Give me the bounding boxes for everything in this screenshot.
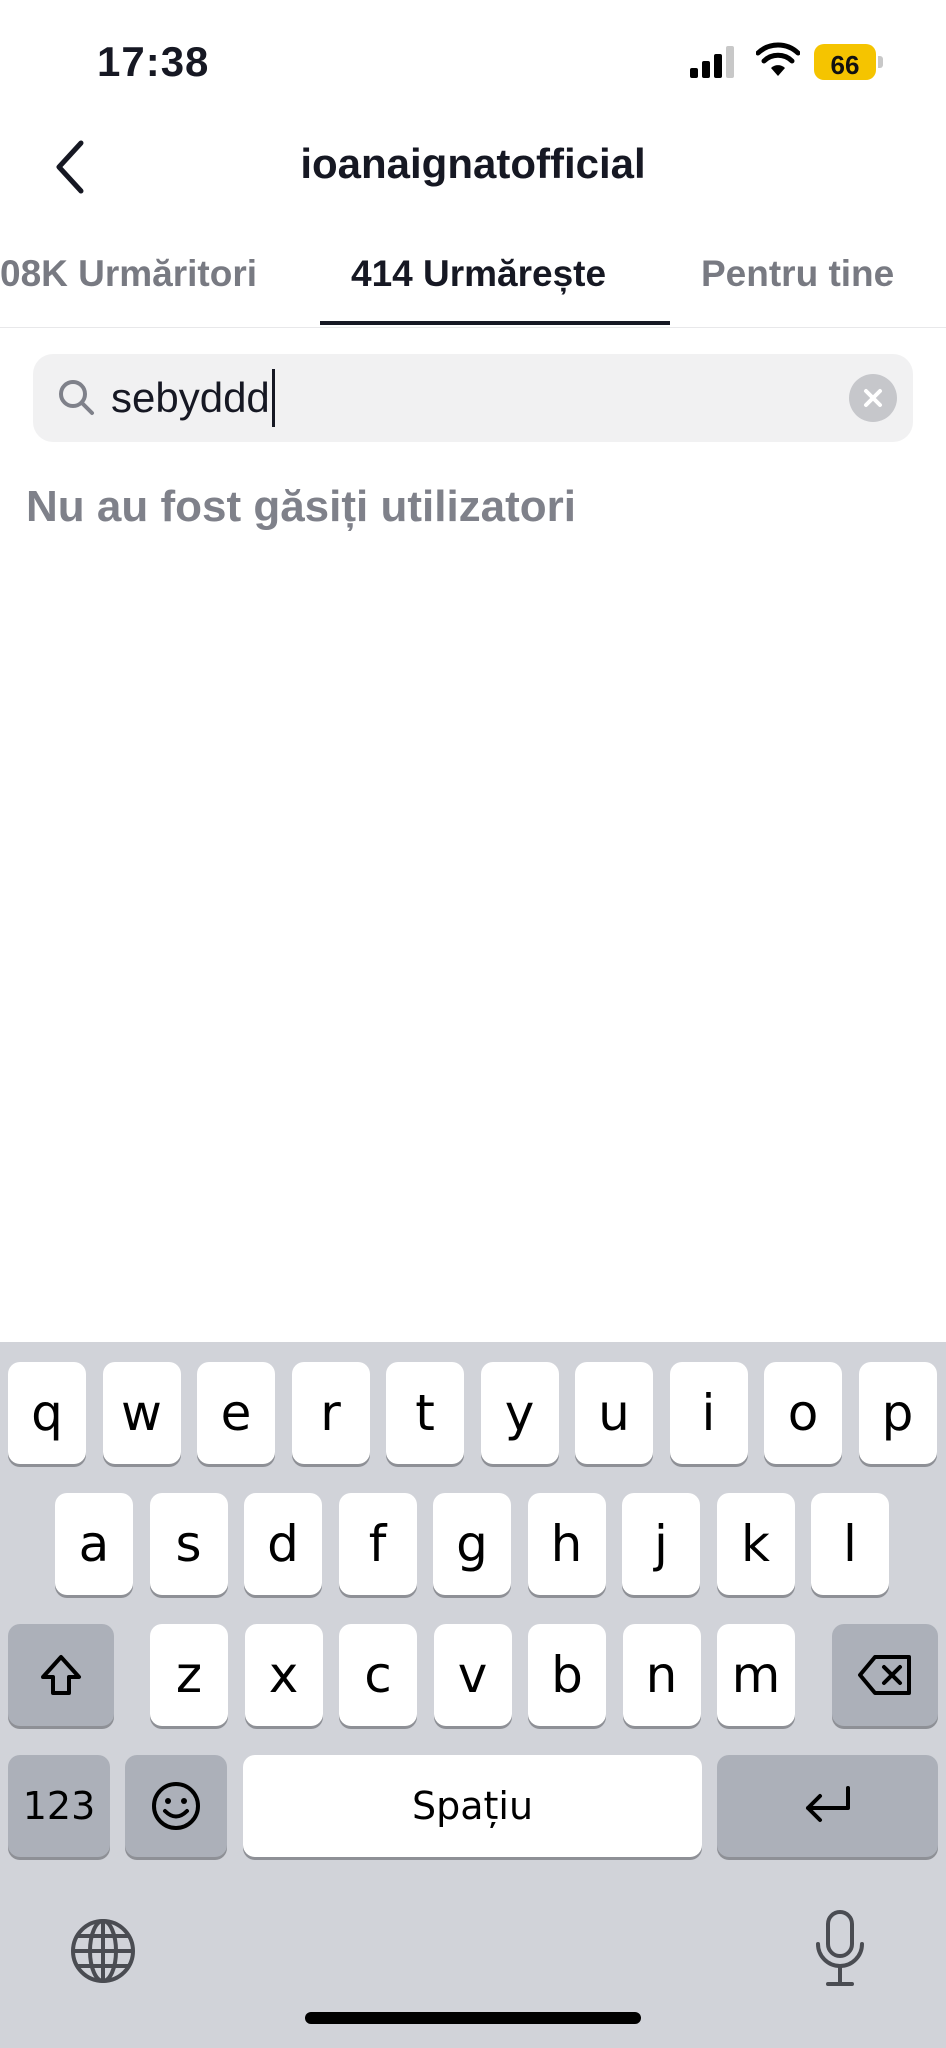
shift-key[interactable] — [8, 1624, 114, 1726]
return-icon — [805, 1786, 850, 1822]
home-indicator — [305, 2012, 641, 2024]
delete-key[interactable] — [832, 1624, 938, 1726]
key-o[interactable]: o — [764, 1362, 842, 1464]
text-caret — [271, 369, 275, 427]
key-z[interactable]: z — [150, 1624, 228, 1726]
key-a[interactable]: a — [55, 1493, 133, 1595]
empty-results-message: Nu au fost găsiți utilizatori — [26, 482, 577, 531]
key-i[interactable]: i — [669, 1362, 748, 1464]
emoji-key[interactable] — [125, 1755, 227, 1857]
search-box[interactable]: sebyddd — [33, 354, 913, 442]
battery-level: 66 — [830, 50, 860, 80]
header: ioanaignatofficial — [0, 110, 946, 225]
battery-icon: 66 — [814, 44, 884, 80]
clear-search-button[interactable] — [849, 374, 897, 422]
clear-icon — [864, 389, 882, 407]
active-tab-indicator — [320, 321, 670, 325]
status-time: 17:38 — [97, 38, 210, 85]
space-key[interactable]: Spațiu — [243, 1755, 702, 1857]
wifi-icon — [756, 42, 800, 76]
key-l[interactable]: l — [811, 1493, 889, 1595]
key-g[interactable]: g — [433, 1493, 511, 1595]
key-k[interactable]: k — [716, 1493, 795, 1595]
key-j[interactable]: j — [622, 1493, 700, 1595]
key-b[interactable]: b — [528, 1624, 606, 1726]
key-t[interactable]: t — [386, 1362, 464, 1464]
key-d[interactable]: d — [244, 1493, 322, 1595]
key-u[interactable]: u — [575, 1362, 653, 1464]
emoji-icon — [152, 1782, 200, 1830]
numbers-key[interactable]: 123 — [8, 1755, 110, 1857]
search-input-value: sebyddd — [111, 374, 270, 421]
search-input[interactable]: sebyddd — [111, 369, 275, 427]
globe-icon[interactable] — [68, 1916, 138, 1986]
microphone-icon[interactable] — [812, 1910, 868, 1988]
tab-bar: 08K Urmăritori 414 Urmărește Pentru tine — [0, 235, 946, 328]
key-s[interactable]: s — [149, 1493, 228, 1595]
battery-cap — [878, 56, 883, 68]
key-h[interactable]: h — [527, 1493, 606, 1595]
key-y[interactable]: y — [480, 1362, 559, 1464]
key-f[interactable]: f — [338, 1493, 417, 1595]
key-m[interactable]: m — [717, 1624, 795, 1726]
return-key[interactable] — [717, 1755, 938, 1857]
key-e[interactable]: e — [197, 1362, 275, 1464]
key-r[interactable]: r — [291, 1362, 370, 1464]
key-p[interactable]: p — [858, 1362, 937, 1464]
search-icon — [59, 380, 94, 415]
backspace-icon — [858, 1655, 911, 1695]
tab-followers[interactable]: 08K Urmăritori — [0, 253, 257, 295]
page-title: ioanaignatofficial — [300, 140, 646, 187]
status-bar: 17:38 66 — [0, 0, 946, 110]
key-w[interactable]: w — [102, 1362, 181, 1464]
tab-following[interactable]: 414 Urmărește — [351, 253, 606, 295]
shift-icon — [41, 1655, 81, 1695]
cellular-signal-icon — [690, 46, 734, 78]
tab-for-you[interactable]: Pentru tine — [701, 253, 894, 295]
key-x[interactable]: x — [244, 1624, 323, 1726]
key-c[interactable]: c — [339, 1624, 417, 1726]
key-n[interactable]: n — [622, 1624, 701, 1726]
key-q[interactable]: q — [8, 1362, 86, 1464]
key-v[interactable]: v — [433, 1624, 512, 1726]
